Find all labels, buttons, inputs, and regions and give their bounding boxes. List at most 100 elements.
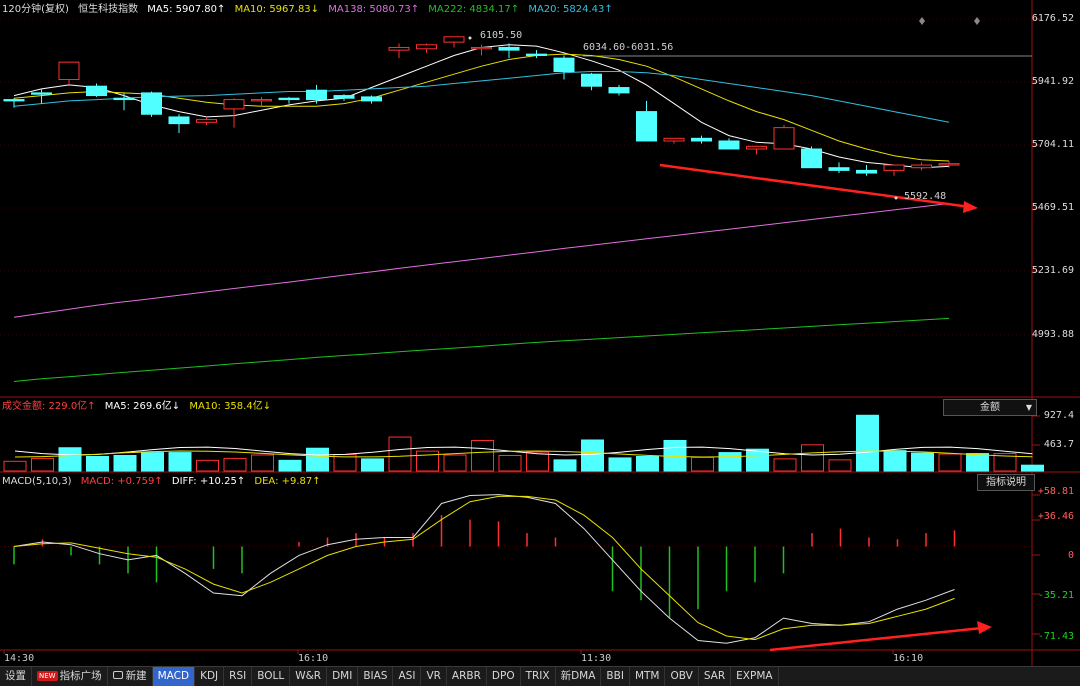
tab-bias[interactable]: BIAS xyxy=(358,667,394,686)
candle-body xyxy=(718,140,740,150)
tab-dmi[interactable]: DMI xyxy=(327,667,359,686)
tab-asi[interactable]: ASI xyxy=(393,667,422,686)
price-axis-label: 5469.51 xyxy=(1031,202,1074,213)
lock-icon xyxy=(112,671,123,679)
candle-body xyxy=(86,85,107,97)
macd-trend-arrow-line xyxy=(769,626,983,652)
macd-axis-label: +36.46 xyxy=(1037,511,1074,522)
volume-bar xyxy=(251,454,274,472)
volume-bar xyxy=(526,451,549,472)
volume-bar xyxy=(938,453,962,472)
volume-bar xyxy=(718,452,742,472)
tab-sar[interactable]: SAR xyxy=(699,667,732,686)
time-axis-label: 16:10 xyxy=(298,653,329,664)
price-axis-label: 5941.92 xyxy=(1031,76,1074,87)
volume-bar xyxy=(3,460,27,472)
candle-body xyxy=(168,116,190,125)
candle-body xyxy=(443,36,465,43)
range-price-annotation: 6034.60-6031.56 xyxy=(583,42,674,53)
volume-bar xyxy=(746,448,769,472)
new-indicator-button[interactable]: 新建 xyxy=(108,667,153,686)
candle-body xyxy=(938,163,960,166)
arrow-head-icon xyxy=(963,201,978,213)
candle-body xyxy=(608,87,630,94)
new-badge: NEW xyxy=(37,671,58,681)
volume-bar xyxy=(113,454,137,472)
tab-dpo[interactable]: DPO xyxy=(487,667,521,686)
tab-trix[interactable]: TRIX xyxy=(521,667,556,686)
volume-ma5-label: MA5: 269.6亿↓ xyxy=(104,401,181,412)
macd-axis-label: 0 xyxy=(1067,550,1074,561)
tab-vr[interactable]: VR xyxy=(421,667,447,686)
tab-macd[interactable]: MACD xyxy=(152,667,196,686)
volume-bar xyxy=(1021,464,1044,472)
tab-rsi[interactable]: RSI xyxy=(224,667,253,686)
volume-bar xyxy=(168,452,192,472)
volume-bar xyxy=(553,459,577,472)
macd-axis-label: -71.43 xyxy=(1037,631,1074,642)
chevron-down-icon: ▼ xyxy=(1025,403,1032,412)
tab-arbr[interactable]: ARBR xyxy=(447,667,487,686)
macd-axis-label: -35.21 xyxy=(1037,590,1074,601)
volume-type-value: 金额 xyxy=(980,402,1000,413)
candle-body xyxy=(388,46,410,51)
tab-wr[interactable]: W&R xyxy=(290,667,328,686)
new-indicator-label: 新建 xyxy=(125,670,147,682)
tab-expma[interactable]: EXPMA xyxy=(731,667,779,686)
macd-dea-line xyxy=(13,495,955,641)
tab-bbi[interactable]: BBI xyxy=(601,667,630,686)
tab-dma[interactable]: 新DMA xyxy=(556,667,602,686)
macd-value-label: MACD: +0.759↑ xyxy=(80,476,163,487)
high-marker xyxy=(468,36,472,40)
indicator-plaza-label: 指标广场 xyxy=(59,670,102,682)
instrument-name: 恒生科技指数 xyxy=(78,4,139,15)
volume-type-select[interactable]: 金额 ▼ xyxy=(943,399,1037,416)
macd-legend: MACD(5,10,3) MACD: +0.759↑ DIFF: +10.25↑… xyxy=(2,475,327,489)
ma138-label: MA138: 5080.73↑ xyxy=(328,4,420,15)
candle-body xyxy=(196,119,217,123)
volume-bar xyxy=(828,459,852,472)
volume-bar xyxy=(141,452,164,472)
candle-body xyxy=(251,99,272,102)
candle-body xyxy=(691,137,712,142)
diamond-icon xyxy=(974,17,980,25)
indicator-help-button[interactable]: 指标说明 xyxy=(977,474,1035,491)
candle-body xyxy=(498,46,520,51)
main-legend: 120分钟(复权) 恒生科技指数 MA5: 5907.80↑ MA10: 596… xyxy=(2,3,619,17)
volume-bar xyxy=(856,414,879,472)
volume-bar xyxy=(361,458,384,472)
volume-bar xyxy=(306,447,329,472)
volume-bar xyxy=(58,447,82,472)
high-price-annotation: 6105.50 xyxy=(480,30,523,41)
candle-body xyxy=(828,167,850,171)
candle-body xyxy=(663,137,685,142)
volume-bar xyxy=(86,455,109,472)
settings-button[interactable]: 设置 xyxy=(0,667,32,686)
time-axis-label: 11:30 xyxy=(581,653,612,664)
candle-body xyxy=(306,89,327,101)
time-axis-label: 16:10 xyxy=(893,653,924,664)
volume-bar xyxy=(443,454,467,472)
volume-bar xyxy=(498,454,522,472)
volume-bar xyxy=(773,458,797,472)
indicator-plaza-button[interactable]: NEW 指标广场 xyxy=(32,667,108,686)
candle-body xyxy=(333,95,355,99)
chart-canvas[interactable] xyxy=(0,0,1080,666)
volume-bar xyxy=(31,457,54,472)
tab-kdj[interactable]: KDJ xyxy=(195,667,225,686)
tab-mtm[interactable]: MTM xyxy=(630,667,666,686)
tab-obv[interactable]: OBV xyxy=(665,667,699,686)
volume-bar xyxy=(196,459,219,472)
candle-body xyxy=(223,99,245,110)
dea-value-label: DEA: +9.87↑ xyxy=(254,476,321,487)
time-axis-label: 14:30 xyxy=(4,653,35,664)
volume-bar xyxy=(911,452,934,472)
volume-amount-label: 成交金额: 229.0亿↑ xyxy=(2,401,96,412)
volume-bar xyxy=(388,436,412,472)
low-price-annotation: 5592.48 xyxy=(904,191,947,202)
tab-boll[interactable]: BOLL xyxy=(252,667,291,686)
volume-bar xyxy=(883,450,907,472)
candle-body xyxy=(581,73,602,87)
volume-bar xyxy=(223,457,247,472)
candle-body xyxy=(113,97,135,101)
